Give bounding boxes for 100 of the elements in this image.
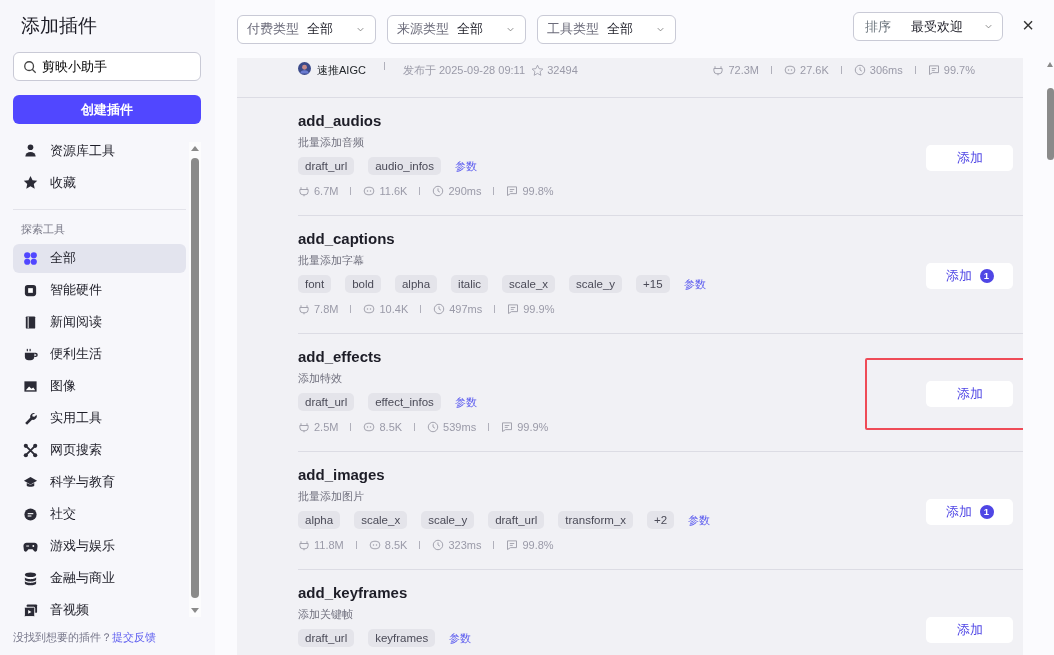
avatar-icon — [298, 62, 311, 75]
bot-icon — [368, 539, 381, 552]
params-link[interactable]: 参数 — [449, 629, 472, 647]
param-tag: draft_url — [488, 511, 545, 529]
plug-icon — [298, 421, 310, 434]
network-icon — [23, 442, 38, 458]
create-plugin-button[interactable]: 创建插件 — [13, 95, 201, 124]
stat-value: 11.8M — [314, 538, 344, 553]
scroll-thumb[interactable] — [191, 158, 199, 598]
plugin-description: 批量添加图片 — [298, 489, 365, 503]
sidebar-item[interactable]: 金融与商业 — [13, 563, 186, 593]
panel-title: 添加插件 — [21, 14, 98, 38]
sidebar-item[interactable]: 资源库工具 — [13, 136, 186, 165]
sidebar-item[interactable]: 社交 — [13, 499, 186, 529]
star-icon — [531, 63, 544, 77]
filter-select[interactable]: 工具类型 全部 — [537, 14, 676, 44]
stat-value: 539ms — [443, 420, 477, 435]
person-icon — [23, 143, 38, 158]
stat-value: 6.7M — [314, 184, 339, 199]
param-tag: scale_x — [354, 511, 408, 529]
add-button[interactable]: 添加 1 — [926, 499, 1013, 525]
clock-icon — [427, 421, 440, 434]
sidebar-item[interactable]: 智能硬件 — [13, 275, 186, 305]
sidebar-item[interactable]: 科学与教育 — [13, 467, 186, 497]
param-tag: italic — [451, 275, 489, 293]
clock-icon — [432, 539, 445, 552]
plugin-description: 添加关键帧 — [298, 607, 354, 621]
plugin-description: 批量添加字幕 — [298, 253, 365, 267]
stat-value: 8.5K — [379, 420, 403, 435]
param-tag: effect_infos — [368, 393, 441, 411]
chip-icon — [23, 282, 38, 298]
stat-value: 99.9% — [523, 302, 555, 317]
author-name: 速推AIGC — [317, 63, 366, 78]
params-link[interactable]: 参数 — [455, 157, 477, 175]
scroll-up-icon[interactable] — [189, 144, 201, 152]
plug-icon — [298, 185, 310, 198]
params-link[interactable]: 参数 — [454, 393, 477, 411]
plug-icon — [298, 303, 310, 316]
stat-value: 99.9% — [517, 420, 549, 435]
stat-value: 99.8% — [522, 184, 554, 199]
sidebar-item[interactable]: 音视频 — [13, 595, 186, 625]
param-tag: audio_infos — [368, 157, 441, 175]
sidebar-item[interactable]: 收藏 — [13, 168, 186, 197]
close-button[interactable]: × — [1020, 14, 1036, 36]
scrollbar[interactable] — [189, 142, 201, 617]
param-tag: draft_url — [298, 629, 355, 647]
params-link[interactable]: 参数 — [683, 275, 706, 293]
stat-value: 290ms — [448, 184, 482, 199]
add-button[interactable]: 添加 — [926, 145, 1013, 171]
param-tag: alpha — [394, 275, 438, 293]
scroll-thumb[interactable] — [1047, 88, 1054, 160]
sort-select[interactable]: 排序 最受欢迎 — [853, 12, 1003, 41]
search-field[interactable]: 剪映小助手 — [13, 52, 201, 81]
param-tag: +15 — [636, 275, 670, 293]
count-badge: 1 — [979, 269, 994, 283]
sidebar-item[interactable]: 全部 — [13, 243, 186, 273]
filter-select[interactable]: 来源类型 全部 — [387, 14, 526, 44]
feedback-link[interactable]: 提交反馈 — [112, 630, 156, 643]
image-icon — [23, 378, 38, 394]
scroll-down-icon[interactable] — [189, 607, 201, 615]
add-button[interactable]: 添加 — [926, 381, 1013, 407]
add-button[interactable]: 添加 1 — [926, 263, 1013, 289]
filter-select[interactable]: 付费类型 全部 — [237, 14, 376, 44]
add-button[interactable]: 添加 — [926, 617, 1013, 643]
param-tag: +2 — [647, 511, 675, 529]
sidebar-item[interactable]: 便利生活 — [13, 339, 186, 369]
clock-icon — [432, 185, 445, 198]
params-link[interactable]: 参数 — [688, 511, 711, 529]
plugin-name: add_keyframes — [298, 584, 409, 602]
star-icon — [23, 175, 38, 190]
param-tag: transform_x — [558, 511, 634, 529]
stat-value: 99.7% — [943, 63, 975, 78]
sidebar-item[interactable]: 实用工具 — [13, 403, 186, 433]
cup-icon — [23, 346, 38, 362]
stat-value: 306ms — [869, 63, 903, 78]
bot-icon — [363, 185, 376, 198]
plug-icon — [712, 64, 725, 77]
bot-icon — [363, 421, 376, 434]
stat-value: 10.4K — [379, 302, 409, 317]
sidebar-item[interactable]: 新闻阅读 — [13, 307, 186, 337]
stat-value: 497ms — [449, 302, 483, 317]
stat-value: 99.8% — [522, 538, 554, 553]
scroll-up-icon[interactable] — [1046, 60, 1054, 68]
coins-icon — [23, 570, 38, 586]
clock-icon — [433, 303, 446, 316]
param-tag: scale_x — [502, 275, 556, 293]
sidebar-item[interactable]: 游戏与娱乐 — [13, 531, 186, 561]
param-tag: scale_y — [421, 511, 475, 529]
feedback-text: 没找到想要的插件？提交反馈 — [13, 629, 156, 645]
plugin-description: 添加特效 — [298, 371, 343, 385]
param-tag: alpha — [298, 511, 341, 529]
param-tag: font — [298, 275, 332, 293]
count-badge: 1 — [979, 505, 994, 519]
bot-icon — [784, 64, 796, 77]
plug-icon — [298, 539, 310, 552]
graduation-cap-icon — [23, 474, 38, 490]
stat-value: 323ms — [448, 538, 482, 553]
message-icon — [507, 303, 520, 316]
sidebar-item[interactable]: 网页搜索 — [13, 435, 186, 465]
sidebar-item[interactable]: 图像 — [13, 371, 186, 401]
